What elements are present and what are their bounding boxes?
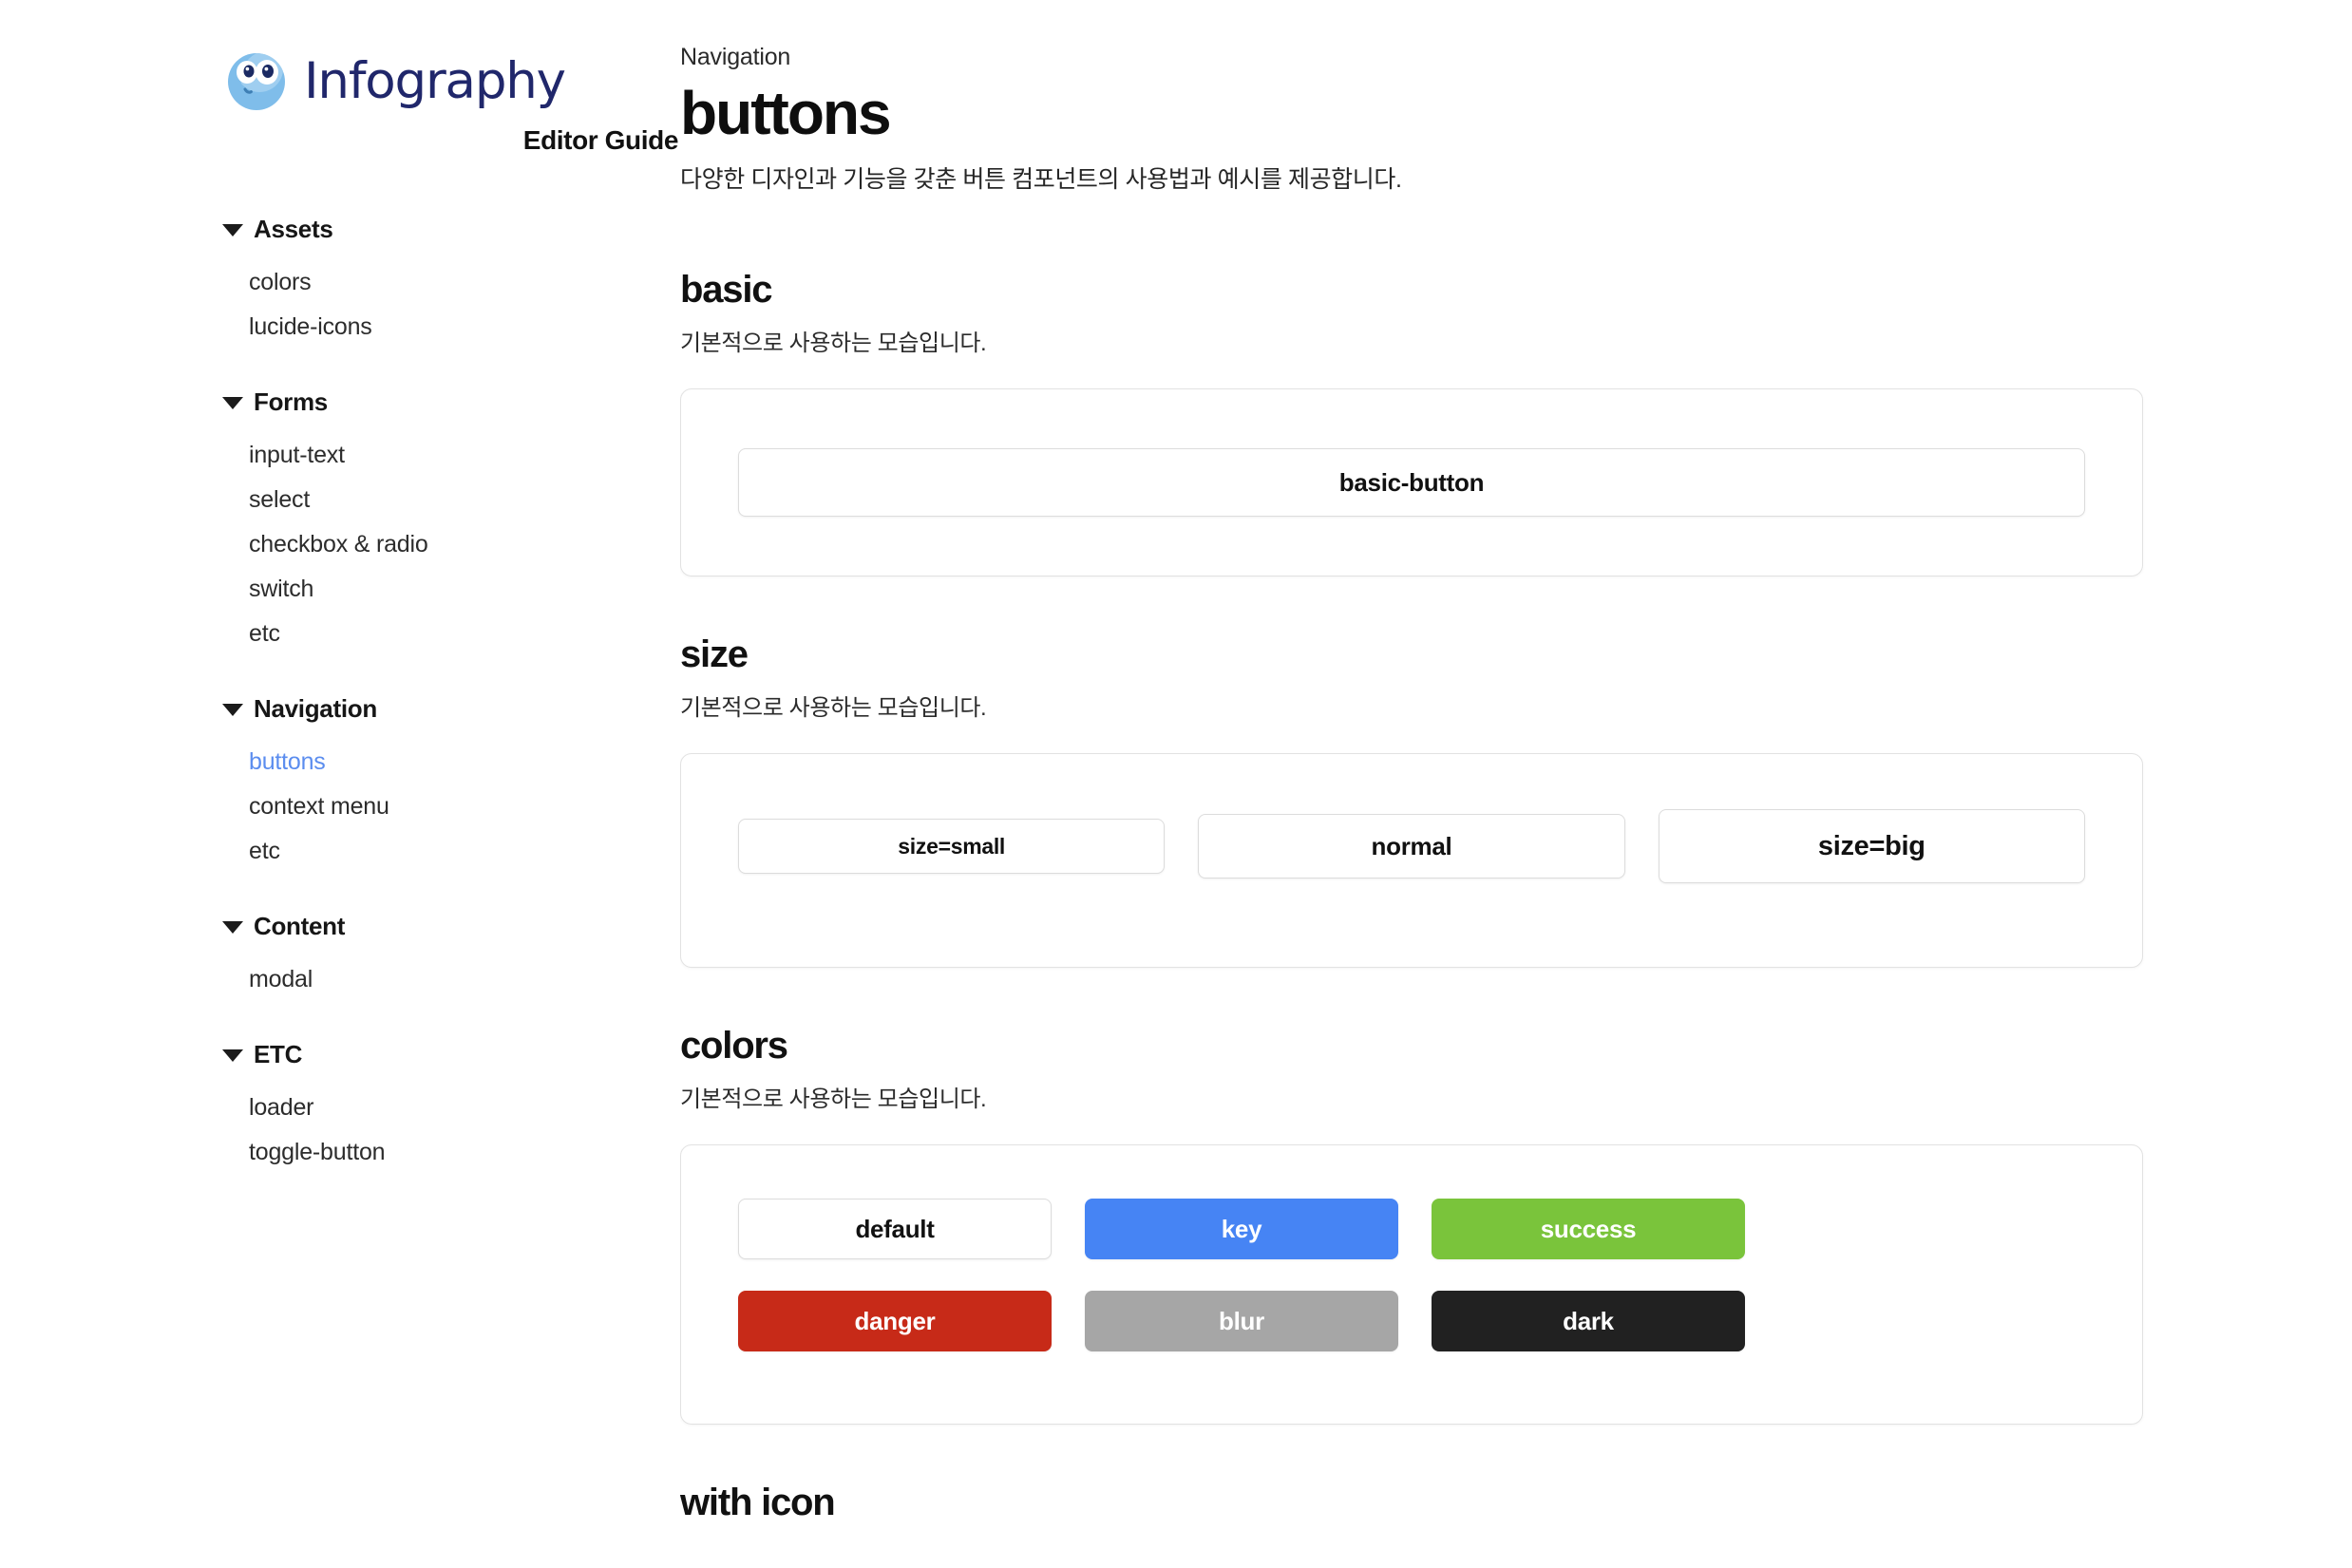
section-desc-size: 기본적으로 사용하는 모습입니다. xyxy=(680,695,987,722)
caret-down-icon xyxy=(222,1049,243,1062)
sidebar-item-etc[interactable]: etc xyxy=(222,612,680,656)
caret-down-icon xyxy=(222,397,243,409)
nav-group-assets: Assets colors lucide-icons xyxy=(222,215,680,349)
colors-demo-card: default key success danger blur dark xyxy=(680,1144,2143,1426)
nav-group-title: Content xyxy=(254,912,346,940)
section-title-colors: colors xyxy=(680,1025,788,1067)
sidebar-item-loader[interactable]: loader xyxy=(222,1086,680,1130)
nav-group-title: Assets xyxy=(254,215,333,243)
size-demo-card: size=small normal size=big xyxy=(680,753,2143,969)
nav-group-header-navigation[interactable]: Navigation xyxy=(222,694,680,724)
basic-demo-card: basic-button xyxy=(680,388,2143,577)
main-content: Navigation buttons 다양한 디자인과 기능을 갖춘 버튼 컴포… xyxy=(680,0,2352,1568)
color-button-key[interactable]: key xyxy=(1085,1199,1398,1260)
nav-group-title: Forms xyxy=(254,387,328,416)
caret-down-icon xyxy=(222,224,243,236)
page-description: 다양한 디자인과 기능을 갖춘 버튼 컴포넌트의 사용법과 예시를 제공합니다. xyxy=(680,166,1402,194)
basic-button[interactable]: basic-button xyxy=(738,448,2085,518)
nav-group-forms: Forms input-text select checkbox & radio swi… xyxy=(222,387,680,656)
nav-group-header-assets[interactable]: Assets xyxy=(222,215,680,244)
nav-group-etc: ETC loader toggle-button xyxy=(222,1040,680,1175)
size-button-normal[interactable]: normal xyxy=(1198,814,1625,879)
section-colors: colors 기본적으로 사용하는 모습입니다. default key succe… xyxy=(680,1025,2143,1426)
sidebar-item-modal[interactable]: modal xyxy=(222,957,680,1002)
sidebar-item-etc[interactable]: etc xyxy=(222,829,680,874)
sidebar: Infography Editor Guide Assets colors luci… xyxy=(0,0,680,1568)
section-title-basic: basic xyxy=(680,269,772,312)
breadcrumb: Navigation xyxy=(680,44,791,70)
sidebar-item-toggle-button[interactable]: toggle-button xyxy=(222,1130,680,1175)
infography-mascot-icon xyxy=(222,44,294,116)
brand-block[interactable]: Infography Editor Guide xyxy=(0,44,680,156)
brand-name: Infography xyxy=(304,51,566,110)
color-button-danger[interactable]: danger xyxy=(738,1291,1052,1352)
color-button-success[interactable]: success xyxy=(1432,1199,1745,1260)
page-root: Infography Editor Guide Assets colors luci… xyxy=(0,0,2352,1568)
page-title: buttons xyxy=(680,79,892,147)
sidebar-item-input-text[interactable]: input-text xyxy=(222,433,680,478)
size-button-row: size=small normal size=big xyxy=(738,809,2085,884)
colors-button-grid: default key success danger blur dark xyxy=(738,1199,2085,1352)
color-button-default[interactable]: default xyxy=(738,1199,1052,1260)
section-desc-basic: 기본적으로 사용하는 모습입니다. xyxy=(680,331,987,357)
sidebar-item-select[interactable]: select xyxy=(222,478,680,522)
sidebar-nav: Assets colors lucide-icons Forms input-text s… xyxy=(0,215,680,1175)
nav-group-header-content[interactable]: Content xyxy=(222,912,680,941)
section-desc-colors: 기본적으로 사용하는 모습입니다. xyxy=(680,1086,987,1113)
caret-down-icon xyxy=(222,921,243,934)
nav-group-title: Navigation xyxy=(254,694,377,723)
sidebar-item-switch[interactable]: switch xyxy=(222,567,680,612)
size-button-big[interactable]: size=big xyxy=(1658,809,2085,884)
sidebar-item-context-menu[interactable]: context menu xyxy=(222,784,680,829)
size-button-small[interactable]: size=small xyxy=(738,819,1166,875)
section-title-with-icon: with icon xyxy=(680,1482,836,1524)
nav-group-header-etc[interactable]: ETC xyxy=(222,1040,680,1069)
color-button-dark[interactable]: dark xyxy=(1432,1291,1745,1352)
nav-group-title: ETC xyxy=(254,1040,303,1068)
brand-row: Infography xyxy=(222,44,680,116)
section-with-icon: with icon xyxy=(680,1482,2143,1524)
nav-group-header-forms[interactable]: Forms xyxy=(222,387,680,417)
sidebar-item-colors[interactable]: colors xyxy=(222,260,680,305)
color-button-blur[interactable]: blur xyxy=(1085,1291,1398,1352)
section-title-size: size xyxy=(680,633,749,676)
sidebar-item-lucide-icons[interactable]: lucide-icons xyxy=(222,305,680,349)
nav-group-content: Content modal xyxy=(222,912,680,1002)
section-basic: basic 기본적으로 사용하는 모습입니다. basic-button xyxy=(680,269,2143,577)
sidebar-item-checkbox-radio[interactable]: checkbox & radio xyxy=(222,522,680,567)
nav-group-navigation: Navigation buttons context menu etc xyxy=(222,694,680,874)
section-size: size 기본적으로 사용하는 모습입니다. size=small normal s… xyxy=(680,633,2143,969)
brand-subtitle: Editor Guide xyxy=(522,125,679,155)
sidebar-item-buttons[interactable]: buttons xyxy=(222,740,680,784)
caret-down-icon xyxy=(222,704,243,716)
